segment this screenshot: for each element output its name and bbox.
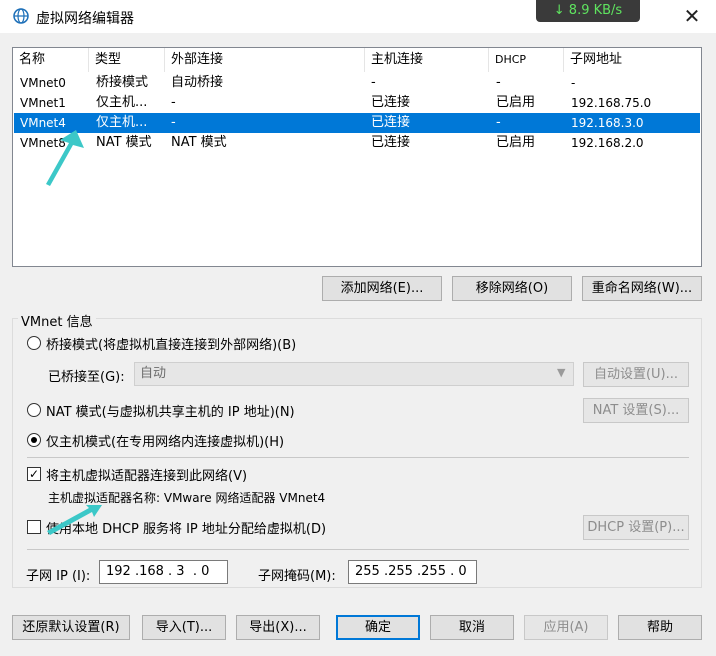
subnet-mask-input[interactable]: 255 .255 .255 . 0 <box>348 560 477 584</box>
connect-adapter-label[interactable]: 将主机虚拟适配器连接到此网络(V) <box>46 465 247 484</box>
annotation-arrow-icon <box>46 130 84 186</box>
divider <box>27 457 689 458</box>
cell-external: 自动桥接 <box>171 75 224 90</box>
ok-button[interactable]: 确定 <box>336 615 420 640</box>
bridged-mode-label[interactable]: 桥接模式(将虚拟机直接连接到外部网络)(B) <box>46 334 296 353</box>
cell-external: - <box>171 115 176 130</box>
vmnet-info-label: VMnet 信息 <box>18 311 96 330</box>
window-title: 虚拟网络编辑器 <box>36 11 134 27</box>
cell-type: 仅主机... <box>96 115 148 130</box>
column-header-host[interactable]: 主机连接 <box>365 48 489 72</box>
auto-settings-button[interactable]: 自动设置(U)... <box>583 362 689 387</box>
annotation-arrow-icon <box>47 505 102 535</box>
dhcp-checkbox[interactable] <box>27 520 41 534</box>
bridged-to-select[interactable]: 自动 <box>134 362 574 386</box>
cell-host: 已连接 <box>371 135 411 150</box>
cell-subnet: 192.168.3.0 <box>571 116 644 130</box>
cell-dhcp: 已启用 <box>496 135 536 150</box>
cell-subnet: 192.168.75.0 <box>571 96 652 110</box>
divider <box>27 549 689 550</box>
cell-dhcp: 已启用 <box>496 95 536 110</box>
cell-host: 已连接 <box>371 115 411 130</box>
cell-type: 仅主机... <box>96 95 148 110</box>
nat-settings-button[interactable]: NAT 设置(S)... <box>583 398 689 423</box>
close-icon[interactable]: ✕ <box>680 5 704 27</box>
column-header-name[interactable]: 名称 <box>13 48 89 72</box>
network-row-selected[interactable]: VMnet4 仅主机... - 已连接 - 192.168.3.0 <box>14 113 700 133</box>
import-button[interactable]: 导入(T)... <box>142 615 226 640</box>
cell-subnet: - <box>571 76 576 90</box>
column-header-type[interactable]: 类型 <box>89 48 165 72</box>
cancel-button[interactable]: 取消 <box>430 615 514 640</box>
apply-button[interactable]: 应用(A) <box>524 615 608 640</box>
bridged-mode-radio[interactable] <box>27 336 41 350</box>
column-header-dhcp[interactable]: DHCP <box>489 48 564 72</box>
cell-type: 桥接模式 <box>96 75 149 90</box>
network-row[interactable]: VMnet8 NAT 模式 NAT 模式 已连接 已启用 192.168.2.0 <box>14 133 700 153</box>
host-only-mode-radio[interactable] <box>27 433 41 447</box>
network-row[interactable]: VMnet1 仅主机... - 已连接 已启用 192.168.75.0 <box>14 93 700 113</box>
cell-dhcp: - <box>496 75 501 90</box>
column-header-subnet[interactable]: 子网地址 <box>564 48 701 72</box>
dhcp-settings-button[interactable]: DHCP 设置(P)... <box>583 515 689 540</box>
cell-subnet: 192.168.2.0 <box>571 136 644 150</box>
vmnet-info-group <box>12 318 702 588</box>
rename-network-button[interactable]: 重命名网络(W)... <box>582 276 702 301</box>
cell-host: 已连接 <box>371 95 411 110</box>
restore-defaults-button[interactable]: 还原默认设置(R) <box>12 615 130 640</box>
nat-mode-radio[interactable] <box>27 403 41 417</box>
add-network-button[interactable]: 添加网络(E)... <box>322 276 442 301</box>
nat-mode-label[interactable]: NAT 模式(与虚拟机共享主机的 IP 地址)(N) <box>46 401 295 420</box>
cell-external: - <box>171 95 176 110</box>
cell-type: NAT 模式 <box>96 135 152 150</box>
cell-name: VMnet1 <box>20 96 66 110</box>
network-row[interactable]: VMnet0 桥接模式 自动桥接 - - - <box>14 73 700 93</box>
remove-network-button[interactable]: 移除网络(O) <box>452 276 572 301</box>
subnet-mask-label: 子网掩码(M): <box>258 569 336 584</box>
network-speed-indicator: ↓ 8.9 KB/s <box>536 0 640 22</box>
subnet-ip-label: 子网 IP (I): <box>26 569 91 584</box>
help-button[interactable]: 帮助 <box>618 615 702 640</box>
cell-name: VMnet0 <box>20 76 66 90</box>
cell-external: NAT 模式 <box>171 135 227 150</box>
host-only-mode-label[interactable]: 仅主机模式(在专用网络内连接虚拟机)(H) <box>46 431 284 450</box>
cell-host: - <box>371 75 376 90</box>
column-header-external[interactable]: 外部连接 <box>165 48 365 72</box>
bridged-to-label: 已桥接至(G): <box>48 370 125 385</box>
chevron-down-icon: ▼ <box>557 366 566 379</box>
export-button[interactable]: 导出(X)... <box>236 615 320 640</box>
network-list[interactable]: 名称 类型 外部连接 主机连接 DHCP 子网地址 VMnet0 桥接模式 自动… <box>12 47 702 267</box>
connect-adapter-checkbox[interactable]: ✓ <box>27 467 41 481</box>
cell-dhcp: - <box>496 115 501 130</box>
network-globe-icon <box>13 8 29 24</box>
subnet-ip-input[interactable]: 192 .168 . 3 . 0 <box>99 560 228 584</box>
